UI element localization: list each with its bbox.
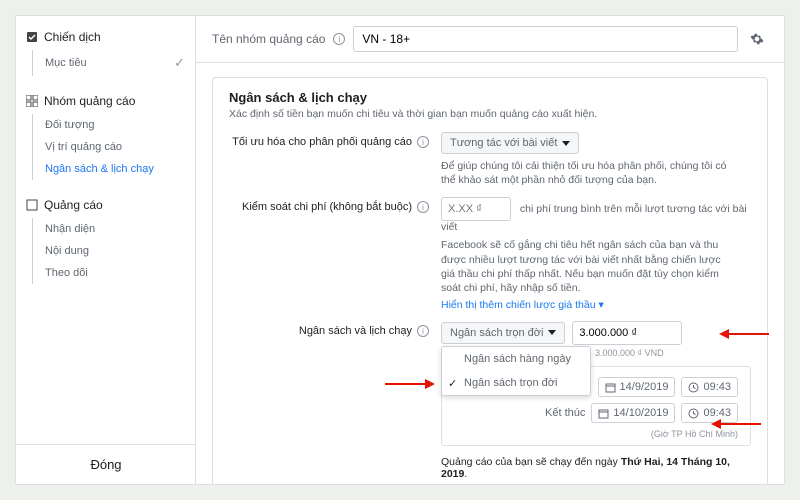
- cost-strategy-hint: Facebook sẽ cố gắng chi tiêu hết ngân sá…: [441, 238, 731, 295]
- budget-equivalent: 3.000.000 ₫ VND: [595, 348, 751, 358]
- adset-icon: [26, 95, 38, 107]
- header-row: Tên nhóm quảng cáo i: [196, 16, 784, 63]
- end-label: Kết thúc: [535, 407, 585, 419]
- budget-type-dropdown: Ngân sách hàng ngày Ngân sách trọn đời: [441, 346, 591, 396]
- adset-name-label: Tên nhóm quảng cáo: [212, 32, 325, 46]
- sidebar-item-content[interactable]: Nội dung: [33, 240, 185, 262]
- info-icon[interactable]: i: [417, 201, 429, 213]
- info-icon[interactable]: i: [333, 33, 345, 45]
- adset-name-input[interactable]: [353, 26, 738, 52]
- group-campaign: Chiến dịch: [26, 30, 185, 44]
- info-icon[interactable]: i: [417, 136, 429, 148]
- show-more-strategy-link[interactable]: Hiển thị thêm chiến lược giá thầu ▾: [441, 299, 751, 311]
- timezone-note: (Giờ TP Hồ Chí Minh): [454, 429, 738, 439]
- gear-icon[interactable]: [746, 28, 768, 50]
- campaign-icon: [26, 31, 38, 43]
- info-icon[interactable]: i: [417, 325, 429, 337]
- end-date-input[interactable]: 14/10/2019: [591, 403, 675, 423]
- chevron-down-icon: [548, 330, 556, 335]
- budget-label: Ngân sách và lịch chạy: [299, 325, 412, 337]
- dropdown-option-daily[interactable]: Ngân sách hàng ngày: [442, 347, 590, 371]
- budget-type-select[interactable]: Ngân sách trọn đời: [441, 322, 565, 344]
- start-time-input[interactable]: 09:43: [681, 377, 738, 397]
- end-time-input[interactable]: 09:43: [681, 403, 738, 423]
- sidebar-item-placement[interactable]: Vị trí quảng cáo: [33, 136, 185, 158]
- cost-input[interactable]: [441, 197, 511, 221]
- ad-icon: [26, 199, 38, 211]
- optimize-label: Tối ưu hóa cho phân phối quảng cáo: [232, 136, 412, 148]
- group-adset: Nhóm quảng cáo: [26, 94, 185, 108]
- start-date-input[interactable]: 14/9/2019: [598, 377, 676, 397]
- run-until-summary: Quảng cáo của bạn sẽ chạy đến ngày Thứ H…: [441, 456, 751, 480]
- panel-subtitle: Xác định số tiền bạn muốn chi tiêu và th…: [229, 108, 751, 120]
- panel-title: Ngân sách & lịch chạy: [229, 90, 751, 105]
- check-icon: ✓: [174, 55, 185, 71]
- dropdown-option-lifetime[interactable]: Ngân sách trọn đời: [442, 371, 590, 395]
- calendar-icon: [598, 408, 609, 419]
- main: Tên nhóm quảng cáo i Ngân sách & lịch ch…: [196, 16, 784, 484]
- clock-icon: [688, 408, 699, 419]
- budget-panel: Ngân sách & lịch chạy Xác định số tiền b…: [212, 77, 768, 484]
- sidebar-item-tracking[interactable]: Theo dõi: [33, 262, 185, 284]
- clock-icon: [688, 382, 699, 393]
- sidebar-item-identity[interactable]: Nhận diện: [33, 218, 185, 240]
- chevron-down-icon: [562, 141, 570, 146]
- sidebar-item-audience[interactable]: Đối tượng: [33, 114, 185, 136]
- close-button[interactable]: Đóng: [16, 444, 196, 484]
- cost-label: Kiểm soát chi phí (không bắt buộc): [242, 201, 412, 213]
- calendar-icon: [605, 382, 616, 393]
- optimize-hint: Để giúp chúng tôi cải thiện tối ưu hóa p…: [441, 159, 731, 187]
- budget-amount-input[interactable]: [572, 321, 682, 345]
- sidebar-item-objective[interactable]: Mục tiêu✓: [33, 50, 185, 76]
- sidebar-item-budget[interactable]: Ngân sách & lịch chạy: [33, 158, 185, 180]
- optimize-select[interactable]: Tương tác với bài viết: [441, 132, 579, 154]
- sidebar: Chiến dịch Mục tiêu✓ Nhóm quảng cáo Đối …: [16, 16, 196, 484]
- group-ad: Quảng cáo: [26, 198, 185, 212]
